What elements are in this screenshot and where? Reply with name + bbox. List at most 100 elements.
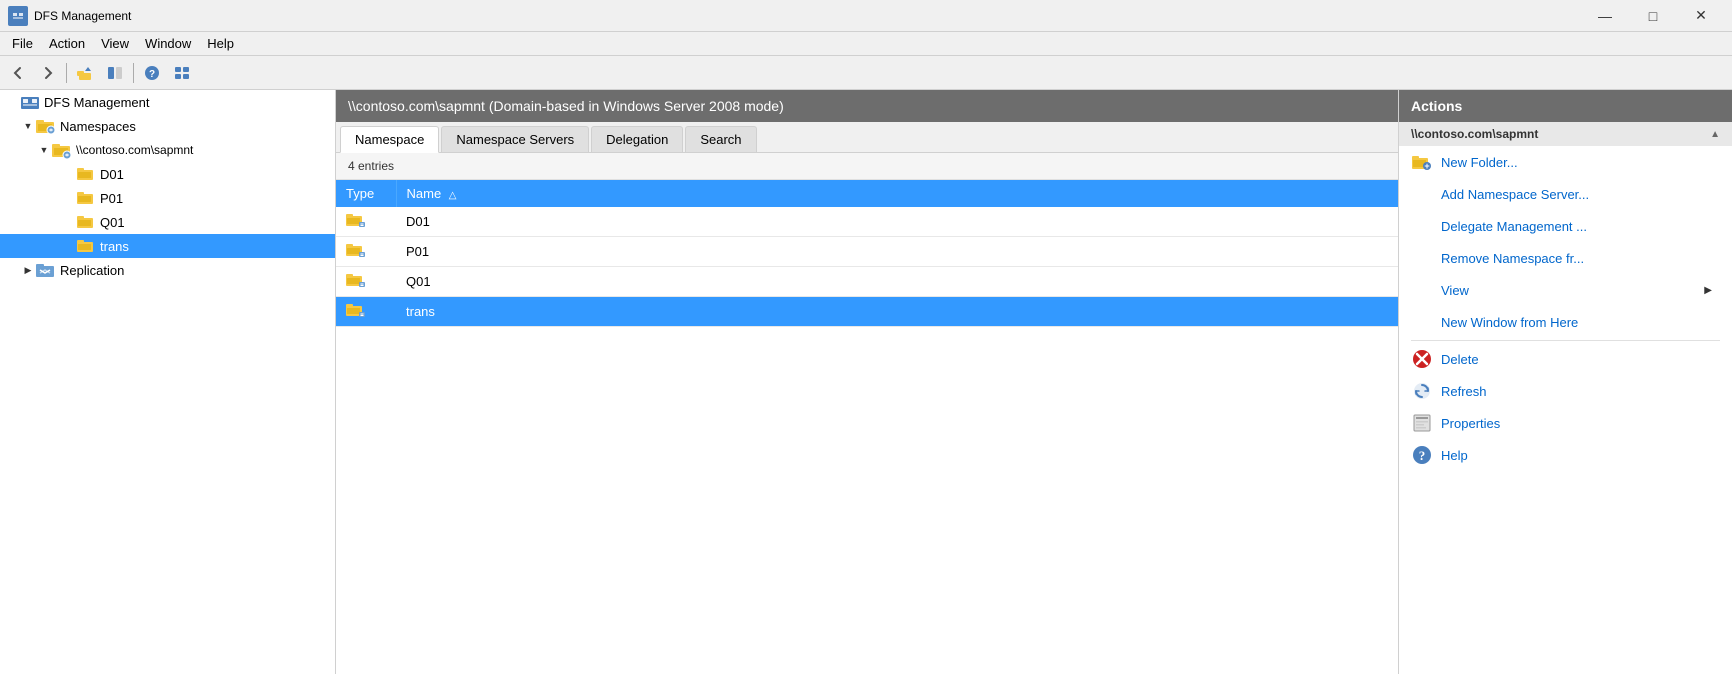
- row-type-d01: [336, 207, 396, 237]
- actions-panel: Actions \\contoso.com\sapmnt ▲ + New Fol…: [1398, 90, 1732, 674]
- tab-namespace-servers[interactable]: Namespace Servers: [441, 126, 589, 152]
- tree-folder-p01[interactable]: P01: [0, 186, 335, 210]
- table-row[interactable]: P01: [336, 237, 1398, 267]
- tree-root-label: DFS Management: [44, 95, 150, 110]
- maximize-button[interactable]: □: [1630, 3, 1676, 29]
- tree-panel: DFS Management ▼ Namespaces ▼: [0, 90, 336, 674]
- action-delete-label: Delete: [1441, 352, 1479, 367]
- col-header-name[interactable]: Name △: [396, 180, 1398, 207]
- folder-p01-icon: [76, 188, 96, 208]
- row-type-trans: [336, 297, 396, 327]
- action-spacer-5: [1411, 311, 1433, 333]
- action-add-namespace-server[interactable]: Add Namespace Server...: [1399, 178, 1732, 210]
- tree-namespace-label: \\contoso.com\sapmnt: [76, 143, 193, 157]
- folder-d01-icon: [76, 164, 96, 184]
- submenu-arrow-icon: ▶: [1704, 285, 1720, 296]
- tree-namespaces-label: Namespaces: [60, 119, 136, 134]
- row-name-trans: trans: [396, 297, 1398, 327]
- content-panel: \\contoso.com\sapmnt (Domain-based in Wi…: [336, 90, 1398, 674]
- back-button[interactable]: [4, 60, 32, 86]
- tab-delegation[interactable]: Delegation: [591, 126, 683, 152]
- action-refresh-label: Refresh: [1441, 384, 1487, 399]
- tree-namespace-path[interactable]: ▼ \\contoso.com\sapmnt: [0, 138, 335, 162]
- tree-namespaces[interactable]: ▼ Namespaces: [0, 114, 335, 138]
- row-name-q01: Q01: [396, 267, 1398, 297]
- folders-table: Type Name △: [336, 180, 1398, 327]
- action-new-window[interactable]: New Window from Here: [1399, 306, 1732, 338]
- help-icon: ?: [1411, 444, 1433, 466]
- tab-namespace[interactable]: Namespace: [340, 126, 439, 153]
- tree-folder-d01-label: D01: [100, 167, 124, 182]
- replication-icon: [36, 260, 56, 280]
- tree-expand-d01: [60, 166, 76, 182]
- svg-text:+: +: [1424, 161, 1429, 171]
- new-folder-icon: +: [1411, 151, 1433, 173]
- menu-window[interactable]: Window: [137, 33, 199, 55]
- window-title: DFS Management: [34, 9, 1582, 23]
- window-controls: — □ ✕: [1582, 3, 1724, 29]
- tree-expand-q01: [60, 214, 76, 230]
- actions-header: Actions: [1399, 90, 1732, 122]
- action-properties-label: Properties: [1441, 416, 1500, 431]
- actions-section-title: \\contoso.com\sapmnt ▲: [1399, 122, 1732, 146]
- tree-folder-trans[interactable]: trans: [0, 234, 335, 258]
- action-spacer-2: [1411, 215, 1433, 237]
- close-button[interactable]: ✕: [1678, 3, 1724, 29]
- content-table: Type Name △: [336, 180, 1398, 674]
- tree-expand-namespace[interactable]: ▼: [36, 142, 52, 158]
- main-container: DFS Management ▼ Namespaces ▼: [0, 90, 1732, 674]
- tree-expand-root: [4, 94, 20, 110]
- help-toolbar-button[interactable]: ?: [138, 60, 166, 86]
- tree-expand-p01: [60, 190, 76, 206]
- table-row[interactable]: Q01: [336, 267, 1398, 297]
- toolbar: ?: [0, 56, 1732, 90]
- action-help[interactable]: ? Help: [1399, 439, 1732, 471]
- minimize-button[interactable]: —: [1582, 3, 1628, 29]
- forward-button[interactable]: [34, 60, 62, 86]
- section-chevron-icon: ▲: [1710, 129, 1720, 140]
- row-name-p01: P01: [396, 237, 1398, 267]
- tree-root[interactable]: DFS Management: [0, 90, 335, 114]
- view-button[interactable]: [168, 60, 196, 86]
- row-type-p01: [336, 237, 396, 267]
- menu-help[interactable]: Help: [199, 33, 242, 55]
- tree-folder-d01[interactable]: D01: [0, 162, 335, 186]
- tree-replication[interactable]: ▶ Replication: [0, 258, 335, 282]
- content-header: \\contoso.com\sapmnt (Domain-based in Wi…: [336, 90, 1398, 122]
- action-remove-label: Remove Namespace fr...: [1441, 251, 1584, 266]
- tab-search[interactable]: Search: [685, 126, 756, 152]
- properties-icon: [1411, 412, 1433, 434]
- action-refresh[interactable]: Refresh: [1399, 375, 1732, 407]
- folder-q01-icon: [76, 212, 96, 232]
- sort-arrow: △: [449, 190, 457, 201]
- toolbar-separator-1: [66, 63, 67, 83]
- action-delegate-management[interactable]: Delegate Management ...: [1399, 210, 1732, 242]
- table-row[interactable]: trans: [336, 297, 1398, 327]
- action-spacer-3: [1411, 247, 1433, 269]
- action-delete[interactable]: Delete: [1399, 343, 1732, 375]
- tree-expand-replication[interactable]: ▶: [20, 262, 36, 278]
- tree-expand-namespaces[interactable]: ▼: [20, 118, 36, 134]
- show-hide-button[interactable]: [101, 60, 129, 86]
- tree-folder-q01[interactable]: Q01: [0, 210, 335, 234]
- tree-folder-trans-label: trans: [100, 239, 129, 254]
- action-remove-namespace[interactable]: Remove Namespace fr...: [1399, 242, 1732, 274]
- action-new-folder[interactable]: + New Folder...: [1399, 146, 1732, 178]
- action-view[interactable]: View ▶: [1399, 274, 1732, 306]
- entries-count: 4 entries: [336, 153, 1398, 180]
- action-add-ns-label: Add Namespace Server...: [1441, 187, 1589, 202]
- action-delegate-label: Delegate Management ...: [1441, 219, 1587, 234]
- menu-file[interactable]: File: [4, 33, 41, 55]
- action-new-folder-label: New Folder...: [1441, 155, 1518, 170]
- up-button[interactable]: [71, 60, 99, 86]
- table-row[interactable]: D01: [336, 207, 1398, 237]
- menu-view[interactable]: View: [93, 33, 137, 55]
- svg-text:?: ?: [1419, 448, 1426, 463]
- action-properties[interactable]: Properties: [1399, 407, 1732, 439]
- toolbar-separator-2: [133, 63, 134, 83]
- tree-folder-p01-label: P01: [100, 191, 123, 206]
- action-spacer-4: [1411, 279, 1433, 301]
- menu-action[interactable]: Action: [41, 33, 93, 55]
- tree-expand-trans: [60, 238, 76, 254]
- title-bar: DFS Management — □ ✕: [0, 0, 1732, 32]
